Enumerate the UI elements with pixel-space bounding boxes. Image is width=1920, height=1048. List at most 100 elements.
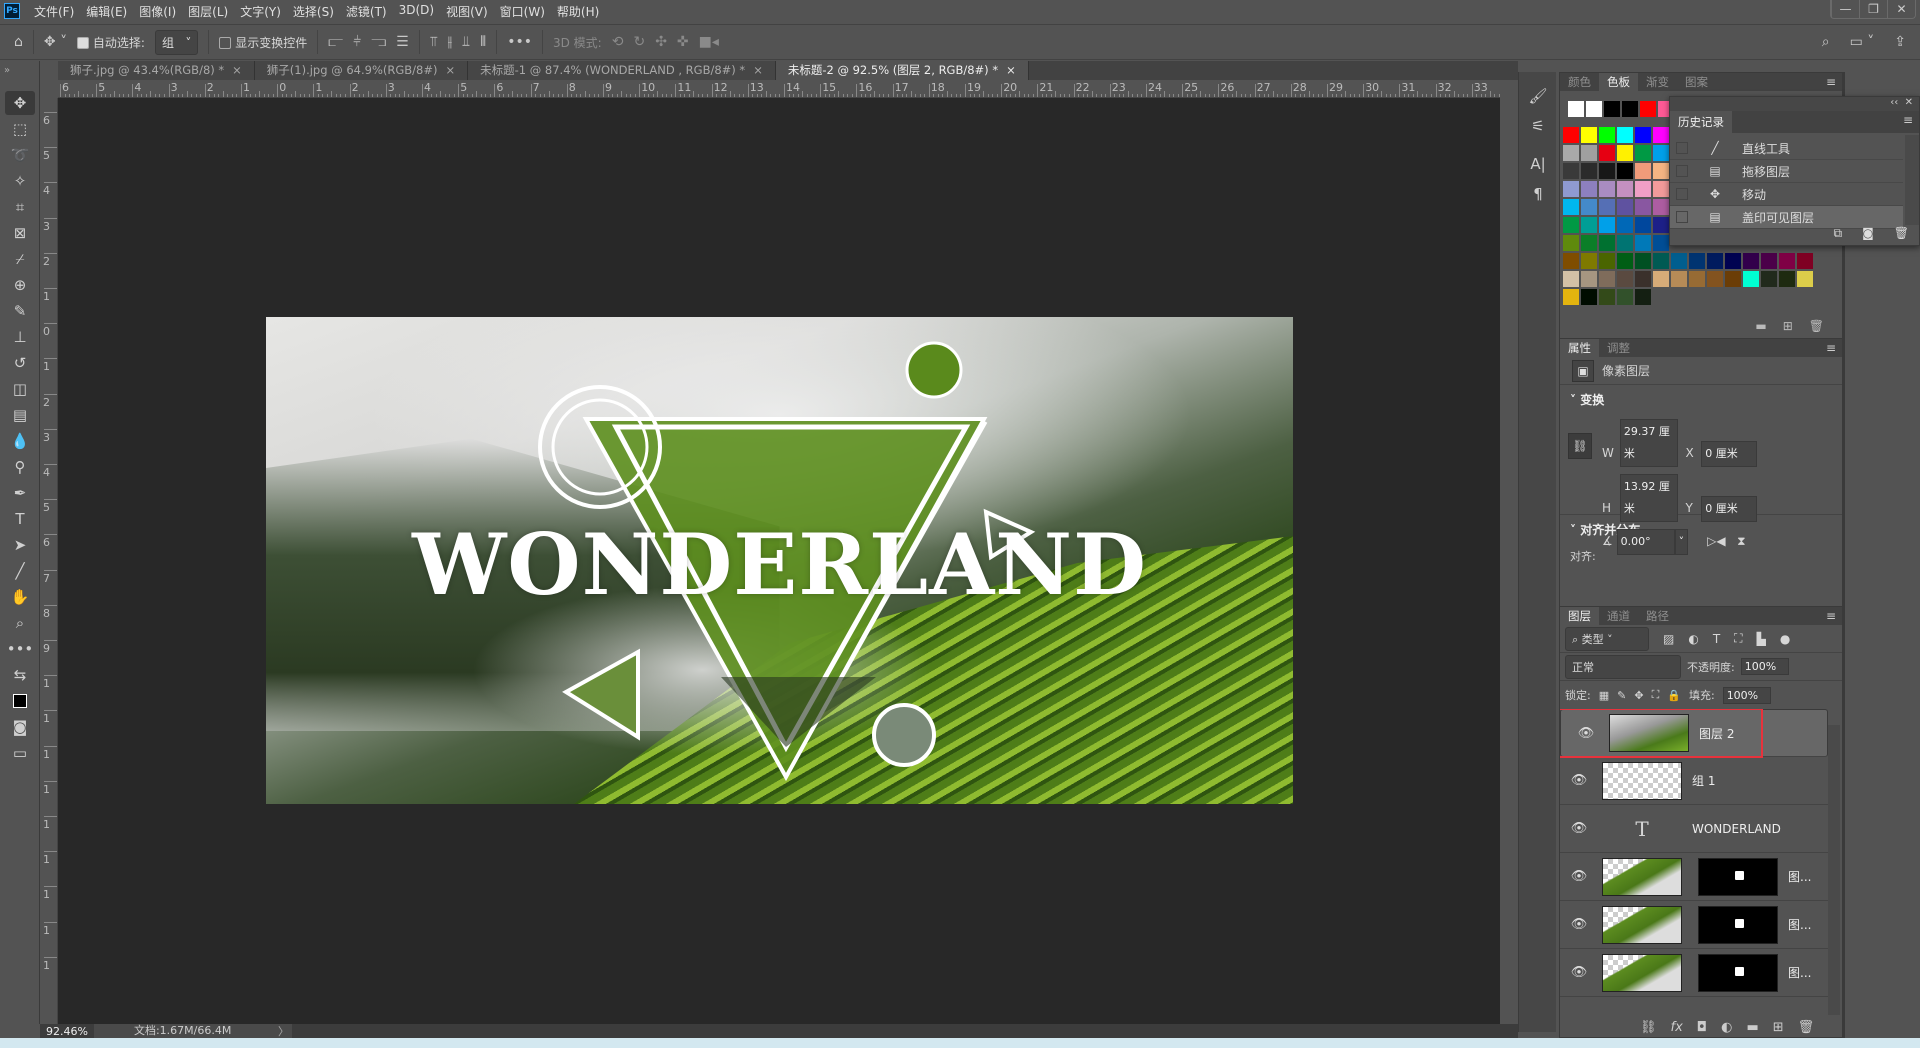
more-tools-icon[interactable]: ••• [5,637,35,661]
more-options-button[interactable]: ••• [507,34,532,50]
swap-colors-icon[interactable]: ⇆ [5,663,35,687]
swatch[interactable] [1617,289,1633,305]
swatch[interactable] [1617,235,1633,251]
swatch[interactable] [1635,253,1651,269]
panel-menu-icon[interactable]: ≡ [1903,113,1913,127]
zoom-level[interactable]: 92.46% [40,1025,94,1038]
layer-mask-thumbnail[interactable] [1698,857,1778,896]
swatch[interactable] [1599,253,1615,269]
zoom-tool-icon[interactable]: ⌕ [5,611,35,635]
align-left-icon[interactable]: ⫍ [328,34,343,50]
swatch[interactable] [1779,271,1795,287]
lock-artboard-icon[interactable]: ⛶ [1652,688,1660,702]
new-group-icon[interactable]: ▬ [1746,1020,1758,1035]
swatch[interactable] [1725,271,1741,287]
transform-section-title[interactable]: 变换 [1580,393,1604,407]
swatch[interactable] [1671,253,1687,269]
eraser-icon[interactable]: ◫ [5,377,35,401]
line-tool-icon[interactable]: ╱ [5,559,35,583]
swatch[interactable] [1653,253,1669,269]
swatch[interactable] [1563,235,1579,251]
swatch[interactable] [1617,217,1633,233]
angle-dropdown[interactable]: ˅ [1674,529,1689,555]
width-field[interactable]: 29.37 厘米 [1619,419,1678,467]
align-right-icon[interactable]: ⫎ [371,34,386,50]
filter-type-icon[interactable]: T [1713,632,1720,646]
blur-tool-icon[interactable]: 💧 [5,429,35,453]
swatch[interactable] [1707,253,1723,269]
link-layers-icon[interactable]: ⛓ [1640,1020,1657,1035]
swatch[interactable] [1635,199,1651,215]
lock-all-icon[interactable]: 🔒 [1667,689,1681,702]
screen-mode-icon[interactable]: ▭ [5,741,35,765]
layer-row[interactable]: 👁 图层 2 [1560,709,1828,758]
visibility-eye-icon[interactable]: 👁 [1560,773,1598,788]
3d-camera-icon[interactable]: ■◂ [699,34,719,50]
swatch[interactable] [1617,127,1633,143]
distribute-horizontal-icon[interactable]: ⦀ [480,34,486,50]
swatch[interactable] [1617,145,1633,161]
swatch[interactable] [1635,127,1651,143]
swatch[interactable] [1599,181,1615,197]
new-document-from-state-icon[interactable]: ⧉ [1834,226,1843,241]
swatch[interactable] [1640,101,1656,117]
swatch[interactable] [1653,217,1669,233]
link-dimensions-icon[interactable]: ⛓ [1568,433,1592,459]
layer-filter-dropdown[interactable]: ⌕ 类型 ˅ [1565,626,1649,651]
delete-swatch-icon[interactable]: 🗑 [1809,319,1824,333]
character-icon[interactable]: A| [1524,152,1552,176]
panel-tab[interactable]: 路径 [1638,607,1677,625]
frame-tool-icon[interactable]: ⊠ [5,221,35,245]
swatch[interactable] [1581,271,1597,287]
panel-tab[interactable]: 属性 [1560,339,1599,357]
layer-row[interactable]: 👁 图... [1560,901,1828,949]
crop-tool-icon[interactable]: ⌗ [5,195,35,219]
menu-item[interactable]: 图层(L) [182,3,234,20]
swatch[interactable] [1635,145,1651,161]
lasso-tool-icon[interactable]: ➰ [5,143,35,167]
visibility-eye-icon[interactable]: 👁 [1560,965,1598,980]
swatch[interactable] [1689,271,1705,287]
layers-scrollbar[interactable] [1828,725,1840,1015]
filter-smart-object-icon[interactable]: ▙ [1757,632,1766,646]
auto-select-checkbox[interactable]: 自动选择: [77,34,145,51]
show-transform-checkbox[interactable]: 显示变换控件 [219,34,307,51]
swatch[interactable] [1581,181,1597,197]
swatch[interactable] [1568,101,1584,117]
distribute-vertical-icon[interactable]: ☰ [396,34,409,50]
swatch[interactable] [1635,181,1651,197]
eyedropper-icon[interactable]: ⌿ [5,247,35,271]
height-field[interactable]: 13.92 厘米 [1619,474,1678,522]
brush-presets-icon[interactable]: 🖌 [1524,84,1552,108]
lock-transparency-icon[interactable]: ▦ [1599,689,1609,702]
swatch[interactable] [1563,181,1579,197]
fill-field[interactable]: 100% [1722,686,1771,704]
swatch[interactable] [1617,181,1633,197]
type-tool-icon[interactable]: T [5,507,35,531]
home-icon[interactable]: ⌂ [14,34,23,50]
swatch[interactable] [1563,163,1579,179]
swatch[interactable] [1761,271,1777,287]
auto-select-dropdown[interactable]: 组 ˅ [154,29,199,55]
swatch[interactable] [1599,145,1615,161]
panel-menu-icon[interactable]: ≡ [1826,75,1836,89]
layer-row[interactable]: 👁 图... [1560,853,1828,901]
healing-brush-icon[interactable]: ⊕ [5,273,35,297]
history-brush-source[interactable] [1676,188,1688,200]
magic-wand-icon[interactable]: ✧ [5,169,35,193]
flip-vertical-icon[interactable]: ⧗ [1737,534,1745,548]
delete-state-icon[interactable]: 🗑 [1894,226,1909,241]
swatch[interactable] [1581,163,1597,179]
visibility-eye-icon[interactable]: 👁 [1560,869,1598,884]
filter-adjustment-icon[interactable]: ◐ [1688,632,1698,646]
vertical-ruler[interactable]: 6 5 4 3 2 1 0 1 2 3 4 5 6 7 8 9 1 1 1 1 1 1 1 1 1 [40,98,58,1024]
swatch[interactable] [1635,217,1651,233]
layer-mask-thumbnail[interactable] [1698,953,1778,992]
swatch[interactable] [1653,235,1669,251]
flip-horizontal-icon[interactable]: ▷◀ [1707,534,1725,548]
swatch[interactable] [1599,235,1615,251]
collapse-chevron-icon[interactable]: ˅ [1570,523,1580,537]
panel-tab[interactable]: 色板 [1599,73,1638,91]
swatch[interactable] [1635,271,1651,287]
share-icon[interactable]: ⇪ [1894,34,1906,50]
